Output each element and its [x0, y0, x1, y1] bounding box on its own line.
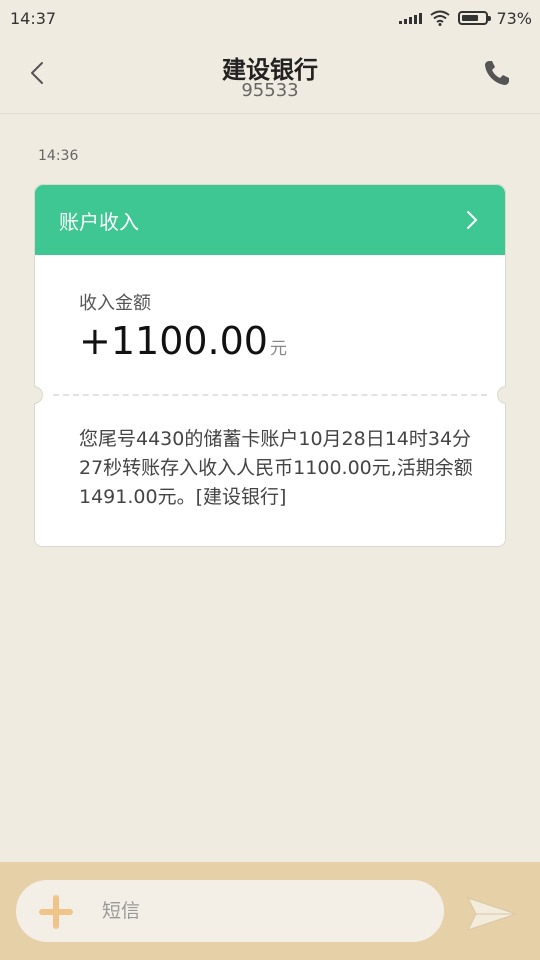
ticket-notch-right: [497, 386, 506, 404]
dashed-divider: [53, 394, 487, 396]
send-icon[interactable]: [466, 894, 518, 934]
wifi-icon: [430, 10, 451, 26]
message-timestamp: 14:36: [38, 148, 79, 164]
battery-icon: [458, 11, 492, 25]
sms-input[interactable]: [102, 890, 422, 932]
conversation-header: 建设银行 95533: [0, 36, 540, 114]
amount-unit: 元: [269, 339, 287, 359]
ticket-notch-left: [34, 386, 43, 404]
plus-icon[interactable]: [38, 894, 74, 930]
status-bar: 14:37 73%: [0, 0, 540, 36]
phone-icon[interactable]: [482, 58, 512, 88]
signal-icon: [399, 12, 423, 24]
status-icons: 73%: [399, 9, 532, 28]
battery-percent: 73%: [496, 8, 532, 28]
amount-row: +1100.00 元: [79, 319, 287, 363]
bank-notification-card[interactable]: 账户收入 收入金额 +1100.00 元 您尾号4430的储蓄卡账户10月28日…: [34, 184, 506, 547]
amount-value: +1100.00: [79, 319, 268, 363]
composer-bar: [0, 862, 540, 960]
composer-input-pill: [16, 880, 444, 942]
card-header-label: 账户收入: [59, 209, 139, 234]
contact-number: 95533: [241, 80, 299, 101]
chevron-right-icon: [467, 211, 478, 229]
status-time: 14:37: [10, 8, 57, 28]
message-body: 您尾号4430的储蓄卡账户10月28日14时34分27秒转账存入收入人民币110…: [79, 428, 473, 508]
battery-level-fill: [462, 15, 479, 21]
card-header[interactable]: 账户收入: [35, 185, 505, 255]
amount-label: 收入金额: [79, 293, 151, 314]
